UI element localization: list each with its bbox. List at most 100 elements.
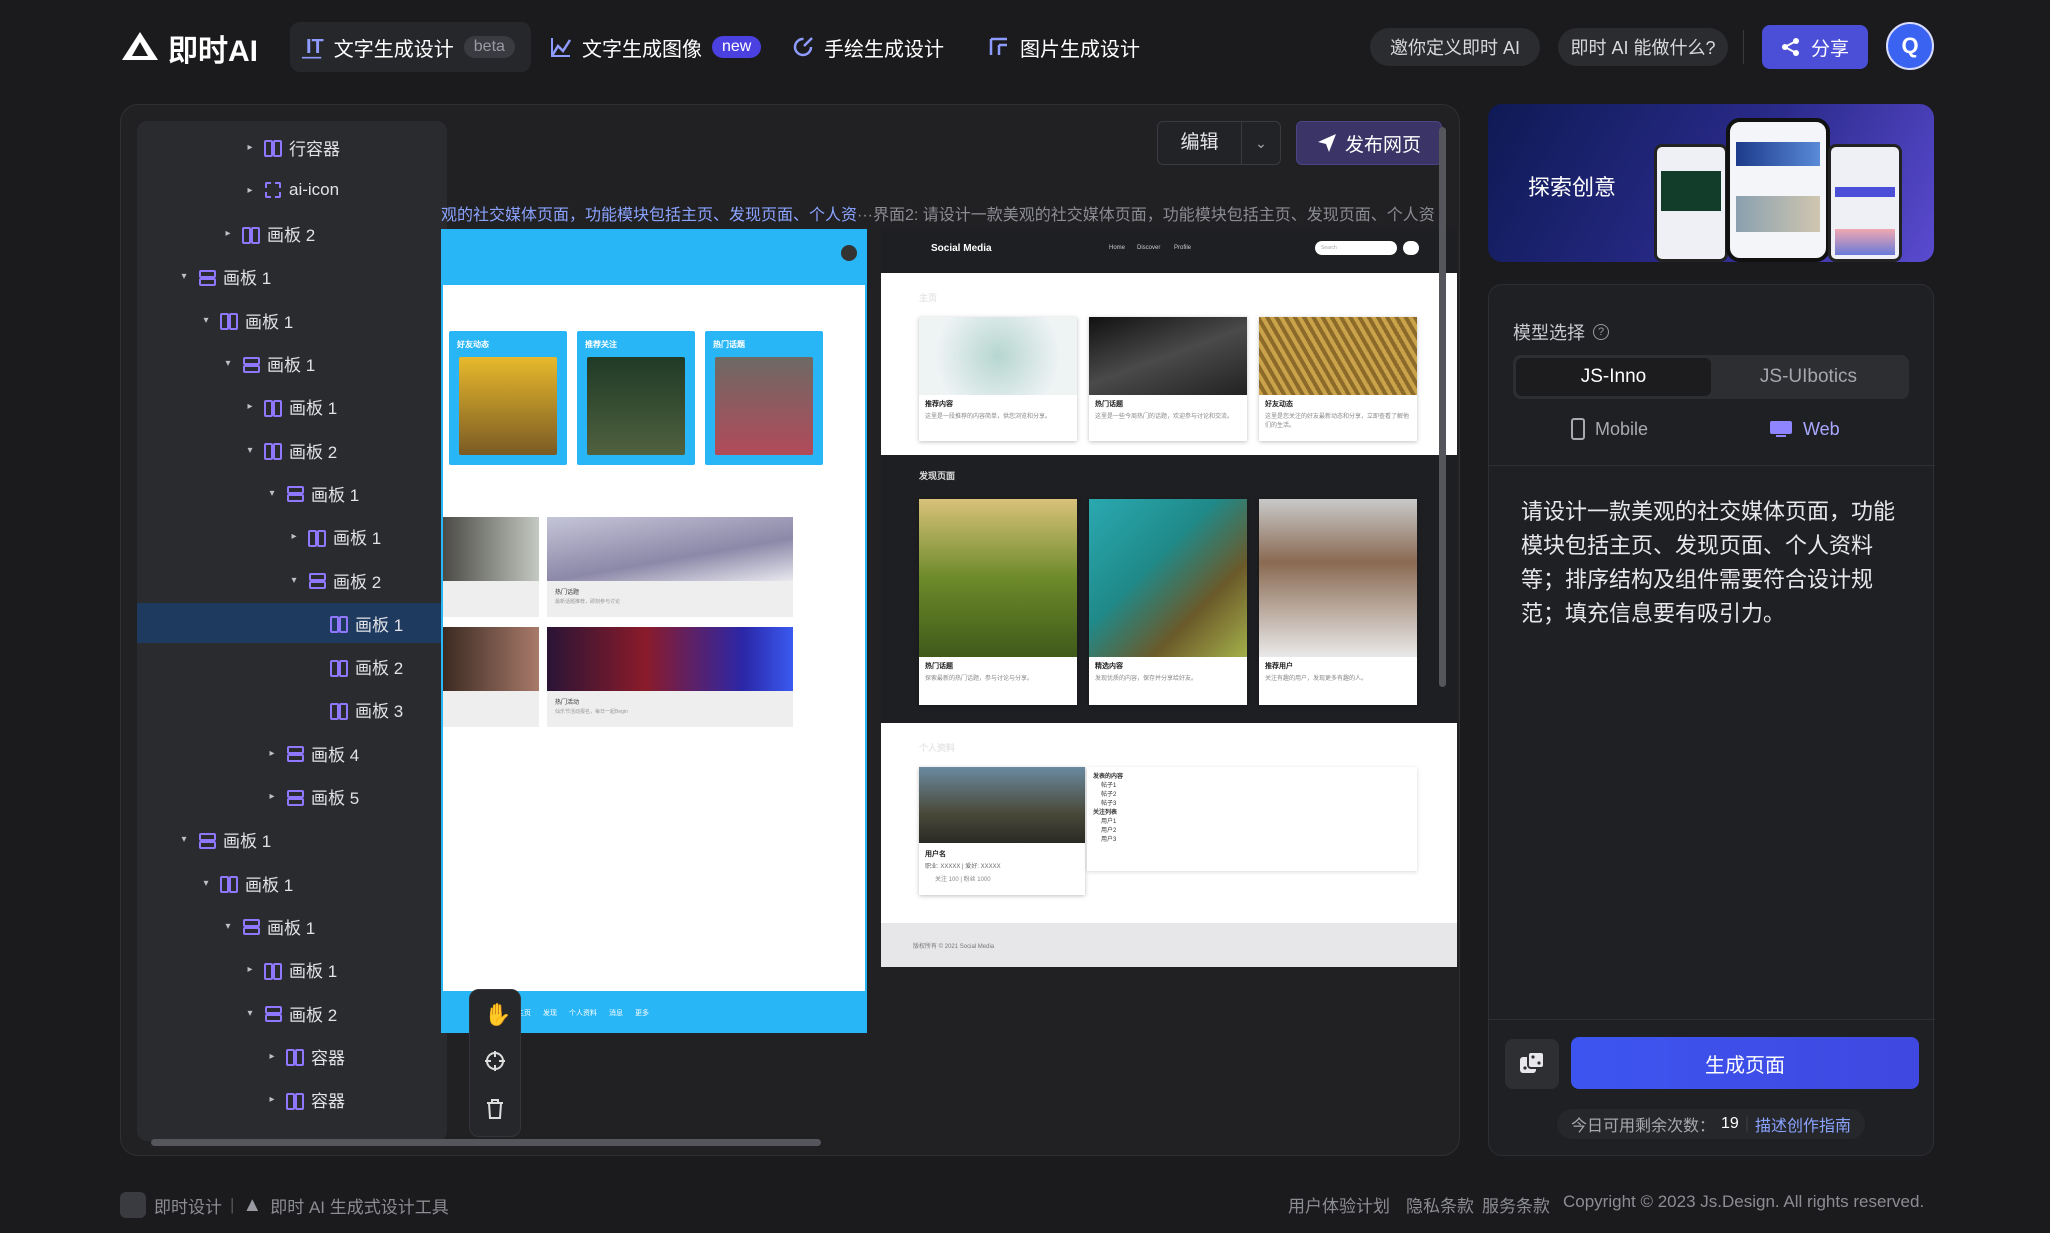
follow-item[interactable]: 用户1 bbox=[1093, 818, 1411, 827]
mobile-card[interactable]: 好友动态 bbox=[449, 331, 567, 465]
edit-dropdown[interactable]: 编辑 ⌄ bbox=[1157, 121, 1281, 165]
caret-right-icon[interactable]: ▸ bbox=[243, 964, 257, 975]
model-option-uibotics[interactable]: JS-UIbotics bbox=[1711, 358, 1906, 396]
caret-right-icon[interactable]: ▸ bbox=[287, 531, 301, 542]
device-web[interactable]: Web bbox=[1769, 409, 1840, 449]
layer-tree-item[interactable]: ▾ 画板 2 bbox=[137, 993, 442, 1033]
app-logo[interactable]: 即时AI bbox=[120, 27, 258, 69]
web-card[interactable]: 精选内容 发现优质的内容，保存并分享给好友。 bbox=[1089, 499, 1247, 705]
footer-brand2[interactable]: 即时 AI 生成式设计工具 bbox=[270, 1193, 449, 1218]
caret-down-icon[interactable]: ▾ bbox=[199, 315, 213, 326]
generate-page-button[interactable]: 生成页面 bbox=[1571, 1037, 1919, 1089]
nav-item[interactable]: 更多 bbox=[635, 1008, 649, 1018]
crosshair-icon[interactable] bbox=[484, 1050, 506, 1077]
post-item[interactable]: 帖子3 bbox=[1093, 800, 1411, 809]
caret-down-icon[interactable]: ▾ bbox=[265, 488, 279, 499]
list-item[interactable]: 热门活动 仙乐节活动报名，每日一起Begin bbox=[547, 627, 793, 727]
caret-down-icon[interactable]: ▾ bbox=[199, 878, 213, 889]
layer-tree-item[interactable]: ▸ 画板 1 bbox=[137, 950, 442, 990]
layer-tree-item[interactable]: ▾ 画板 1 bbox=[137, 863, 442, 903]
device-mobile[interactable]: Mobile bbox=[1571, 409, 1648, 449]
post-item[interactable]: 帖子2 bbox=[1093, 791, 1411, 800]
web-card[interactable]: 热门话题 这里是一些今周热门的话题，欢迎参与讨论和交流。 bbox=[1089, 317, 1247, 441]
caret-down-icon[interactable]: ▾ bbox=[221, 358, 235, 369]
footer-link-privacy[interactable]: 隐私条款 bbox=[1406, 1192, 1474, 1217]
caret-right-icon[interactable]: ▸ bbox=[243, 185, 257, 196]
follow-item[interactable]: 用户3 bbox=[1093, 836, 1411, 845]
caret-right-icon[interactable]: ▸ bbox=[243, 401, 257, 412]
web-card[interactable]: 好友动态 这里是您关注的好友最新动态和分享，立即查看了解他们的生活。 bbox=[1259, 317, 1417, 441]
model-option-inno[interactable]: JS-Inno bbox=[1516, 358, 1711, 396]
layer-tree-item[interactable]: ▸ 画板 5 bbox=[137, 777, 442, 817]
layer-tree-item[interactable]: ▾ 画板 1 bbox=[137, 906, 442, 946]
layer-tree-item[interactable]: ▾ 画板 1 bbox=[137, 344, 442, 384]
layer-tree-item[interactable]: ▾ 画板 2 bbox=[137, 560, 442, 600]
layer-tree-item[interactable]: ▾ 画板 1 bbox=[137, 473, 442, 513]
caret-right-icon[interactable]: ▸ bbox=[265, 791, 279, 802]
prompt-textarea[interactable]: 请设计一款美观的社交媒体页面，功能模块包括主页、发现页面、个人资料等；排序结构及… bbox=[1521, 495, 1909, 631]
layer-tree-item[interactable]: ▾ 画板 1 bbox=[137, 257, 442, 297]
web-search-input[interactable]: Search bbox=[1315, 241, 1397, 255]
layer-tree-item[interactable]: ▸ 画板 1 bbox=[137, 517, 442, 557]
layer-tree-item[interactable]: 画板 2 bbox=[137, 647, 442, 687]
layer-tree-item[interactable]: ▾ 画板 1 bbox=[137, 820, 442, 860]
caret-down-icon[interactable]: ▾ bbox=[243, 445, 257, 456]
caret-down-icon[interactable]: ▾ bbox=[243, 1008, 257, 1019]
guide-link[interactable]: 描述创作指南 bbox=[1755, 1112, 1851, 1136]
layer-tree-item[interactable]: ▸ 画板 2 bbox=[137, 214, 442, 254]
web-nav-discover[interactable]: Discover bbox=[1137, 245, 1160, 251]
user-avatar[interactable]: Q bbox=[1886, 22, 1934, 70]
nav-item[interactable]: 个人资料 bbox=[569, 1008, 597, 1018]
trash-icon[interactable] bbox=[485, 1098, 505, 1125]
random-prompt-button[interactable] bbox=[1505, 1039, 1559, 1089]
list-item[interactable]: 热门话题 最新话题推荐，即刻参与讨论 bbox=[547, 517, 793, 617]
caret-down-icon[interactable]: ▾ bbox=[221, 921, 235, 932]
caret-down-icon[interactable]: ▾ bbox=[177, 834, 191, 845]
layer-tree-item[interactable]: ▸ 容器 bbox=[137, 1080, 442, 1120]
footer-brand1[interactable]: 即时设计 bbox=[154, 1193, 222, 1218]
tab-sketch-to-design[interactable]: 手绘生成设计 bbox=[776, 22, 960, 72]
layer-tree-item[interactable]: ▸ 画板 1 bbox=[137, 387, 442, 427]
caret-right-icon[interactable]: ▸ bbox=[221, 228, 235, 239]
web-card[interactable]: 热门话题 探索最新的热门话题，参与讨论与分享。 bbox=[919, 499, 1077, 705]
web-artboard[interactable]: Social Media Home Discover Profile Searc… bbox=[881, 229, 1457, 967]
profile-card[interactable]: 用户名 职业: XXXXX | 爱好: XXXXX 关注 100 | 粉丝 10… bbox=[919, 767, 1085, 895]
caret-right-icon[interactable]: ▸ bbox=[243, 142, 257, 153]
follow-item[interactable]: 用户2 bbox=[1093, 827, 1411, 836]
caret-down-icon[interactable]: ▾ bbox=[177, 271, 191, 282]
web-nav-profile[interactable]: Profile bbox=[1174, 245, 1191, 251]
invite-button[interactable]: 邀你定义即时 AI bbox=[1370, 28, 1540, 66]
share-button[interactable]: 分享 bbox=[1762, 25, 1868, 69]
horizontal-scrollbar[interactable] bbox=[151, 1139, 821, 1146]
web-search-button[interactable] bbox=[1403, 241, 1419, 255]
list-item[interactable] bbox=[443, 517, 539, 617]
help-icon[interactable]: ? bbox=[1593, 324, 1609, 340]
mobile-card[interactable]: 热门话题 bbox=[705, 331, 823, 465]
layer-tree-item[interactable]: ▸ 容器 bbox=[137, 1036, 442, 1076]
tab-text-to-image[interactable]: 文字生成图像 new bbox=[534, 22, 777, 72]
layer-tree-item[interactable]: ▸ ai-icon bbox=[137, 170, 442, 210]
canvas-panel[interactable]: ▸ 行容器 ▸ ai-icon ▸ 画板 2 ▾ 画板 1 ▾ 画板 1 ▾ 画板 1 ▸ 画板 1 ▾ 画板… bbox=[120, 104, 1460, 1156]
layer-tree-item[interactable]: ▸ 画板 4 bbox=[137, 733, 442, 773]
list-item[interactable] bbox=[443, 627, 539, 727]
caret-down-icon[interactable]: ▾ bbox=[287, 575, 301, 586]
layer-tree-item[interactable]: ▸ 行容器 bbox=[137, 127, 442, 167]
publish-button[interactable]: 发布网页 bbox=[1296, 121, 1442, 165]
web-card[interactable]: 推荐内容 这里是一段推荐的内容简单，供您浏览和分享。 bbox=[919, 317, 1077, 441]
mobile-artboard[interactable]: 好友动态 推荐关注 热门话题 热门话题 最新话题推荐，即刻参与讨论 热门活动 仙… bbox=[441, 229, 867, 1033]
footer-link-ux-plan[interactable]: 用户体验计划 bbox=[1288, 1192, 1390, 1217]
tab-text-to-design[interactable]: I͟T 文字生成设计 beta bbox=[290, 22, 531, 72]
mobile-card[interactable]: 推荐关注 bbox=[577, 331, 695, 465]
nav-item[interactable]: 消息 bbox=[609, 1008, 623, 1018]
nav-item[interactable]: 发现 bbox=[543, 1008, 557, 1018]
layer-tree-item[interactable]: 画板 1 bbox=[137, 603, 442, 644]
footer-link-terms[interactable]: 服务条款 bbox=[1482, 1192, 1550, 1217]
layer-tree-item[interactable]: ▾ 画板 1 bbox=[137, 300, 442, 340]
hand-tool-icon[interactable]: ✋ bbox=[484, 1002, 511, 1028]
explore-banner[interactable]: 探索创意 bbox=[1488, 104, 1934, 262]
caret-right-icon[interactable]: ▸ bbox=[265, 1051, 279, 1062]
vertical-scrollbar[interactable] bbox=[1439, 127, 1446, 687]
layer-tree-item[interactable]: ▾ 画板 2 bbox=[137, 430, 442, 470]
caret-right-icon[interactable]: ▸ bbox=[265, 748, 279, 759]
caret-right-icon[interactable]: ▸ bbox=[265, 1094, 279, 1105]
